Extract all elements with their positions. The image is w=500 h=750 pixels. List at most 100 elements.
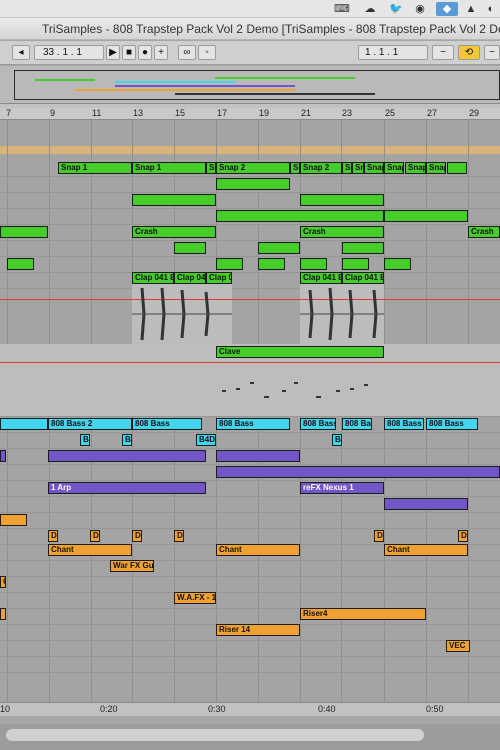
- clip[interactable]: Riser 14: [216, 624, 300, 636]
- twitter-icon[interactable]: 🐦: [388, 2, 404, 16]
- clip[interactable]: reFX Nexus 1: [300, 482, 384, 494]
- clip[interactable]: Crash: [132, 226, 216, 238]
- clip[interactable]: [132, 194, 216, 206]
- clip[interactable]: Sn: [206, 162, 216, 174]
- clip[interactable]: Clap 041 B: [342, 272, 384, 284]
- punch-in-icon[interactable]: ~: [432, 45, 454, 60]
- time-ruler[interactable]: 10 0:20 0:30 0:40 0:50: [0, 702, 500, 716]
- clip[interactable]: 808 Bass: [384, 418, 424, 430]
- clip[interactable]: [0, 608, 6, 620]
- clip[interactable]: [342, 242, 384, 254]
- clip[interactable]: Chant: [384, 544, 468, 556]
- clip[interactable]: [48, 450, 206, 462]
- clip[interactable]: VEC: [446, 640, 470, 652]
- clip[interactable]: [0, 418, 48, 430]
- clip[interactable]: Dr: [90, 530, 100, 542]
- clip[interactable]: [216, 466, 500, 478]
- clip[interactable]: Snap: [405, 162, 426, 174]
- clip[interactable]: [216, 210, 384, 222]
- clip[interactable]: Clap 0: [206, 272, 232, 284]
- clip[interactable]: Snap: [352, 162, 364, 174]
- clip[interactable]: 808 Bas: [342, 418, 372, 430]
- clip[interactable]: War FX Gu: [110, 560, 154, 572]
- loop-switch-icon[interactable]: ⟲: [458, 45, 480, 60]
- punch-out-icon[interactable]: ~: [484, 45, 500, 60]
- clip[interactable]: Dr: [374, 530, 384, 542]
- add-icon[interactable]: +: [154, 45, 168, 60]
- clip[interactable]: Riser4: [300, 608, 426, 620]
- overdub-icon[interactable]: ◦: [198, 45, 216, 60]
- clip[interactable]: [342, 258, 369, 270]
- clip[interactable]: 1 Arp: [48, 482, 206, 494]
- clip[interactable]: [216, 258, 243, 270]
- clip[interactable]: 808 Bass: [426, 418, 478, 430]
- clip[interactable]: Snap: [364, 162, 384, 174]
- clip[interactable]: W.A.FX - 1: [174, 592, 216, 604]
- automation-arm-icon[interactable]: ∞: [178, 45, 196, 60]
- dropbox-icon[interactable]: ◆: [436, 2, 458, 16]
- clip[interactable]: Snap 1: [58, 162, 132, 174]
- clip[interactable]: Dr: [458, 530, 468, 542]
- clip[interactable]: Snap: [384, 162, 404, 174]
- arrangement-overview[interactable]: [0, 66, 500, 104]
- clip[interactable]: Chant: [216, 544, 300, 556]
- song-position-field[interactable]: 33 . 1 . 1: [34, 45, 104, 60]
- clip[interactable]: [174, 242, 206, 254]
- app-icon[interactable]: ◉: [412, 2, 428, 16]
- beat-time-ruler[interactable]: 7 9 11 13 15 17 19 21 23 25 27 29: [0, 108, 500, 120]
- clip[interactable]: [0, 226, 48, 238]
- loop-start-field[interactable]: 1 . 1 . 1: [358, 45, 428, 60]
- clip[interactable]: [384, 210, 468, 222]
- cloud-icon[interactable]: ☁: [362, 2, 378, 16]
- loop-brace[interactable]: [0, 146, 500, 154]
- clip[interactable]: [7, 258, 34, 270]
- status-icon[interactable]: ◐: [484, 2, 498, 16]
- clip[interactable]: Snap 2: [216, 162, 290, 174]
- clip[interactable]: B4D: [196, 434, 216, 446]
- clip[interactable]: Sn: [290, 162, 300, 174]
- clip[interactable]: Dr: [48, 530, 58, 542]
- clip[interactable]: 808 Bass: [216, 418, 290, 430]
- clip[interactable]: [300, 194, 384, 206]
- play-icon[interactable]: ▶: [106, 45, 120, 60]
- clip[interactable]: Clap 041 B: [132, 272, 174, 284]
- clip[interactable]: B4: [332, 434, 342, 446]
- clip[interactable]: Snap 2: [300, 162, 342, 174]
- clip[interactable]: Crash: [468, 226, 500, 238]
- clip[interactable]: Dr: [132, 530, 142, 542]
- clip[interactable]: 808 Bass: [300, 418, 336, 430]
- clip[interactable]: Dr: [174, 530, 184, 542]
- clip[interactable]: C: [0, 576, 6, 588]
- clip[interactable]: B4: [122, 434, 132, 446]
- clip[interactable]: Clave: [216, 346, 384, 358]
- clip[interactable]: [258, 242, 300, 254]
- overview-visible-region[interactable]: [14, 70, 500, 100]
- clip[interactable]: Snap: [426, 162, 446, 174]
- clip[interactable]: B4: [80, 434, 90, 446]
- horizontal-scrollbar[interactable]: [0, 724, 500, 750]
- keyboard-icon[interactable]: ⌨: [334, 2, 350, 16]
- scrollbar-thumb[interactable]: [6, 729, 424, 741]
- clip[interactable]: [216, 450, 300, 462]
- clip[interactable]: [0, 450, 6, 462]
- stop-icon[interactable]: ■: [122, 45, 136, 60]
- arrangement-view[interactable]: Snap 1 Snap 1 Sn Snap 2 Sn Snap 2 Sn Sna…: [0, 120, 500, 702]
- clip[interactable]: 808 Bass 2: [48, 418, 132, 430]
- clip[interactable]: Clap 04: [174, 272, 206, 284]
- drive-icon[interactable]: ▲: [464, 2, 478, 16]
- clip[interactable]: Chant: [48, 544, 132, 556]
- clip[interactable]: 808 Bass: [132, 418, 202, 430]
- clip[interactable]: [384, 498, 468, 510]
- clip[interactable]: [216, 178, 290, 190]
- clip[interactable]: [300, 258, 327, 270]
- clip[interactable]: [258, 258, 285, 270]
- clip[interactable]: Crash: [300, 226, 384, 238]
- clip[interactable]: [447, 162, 467, 174]
- clip[interactable]: Clap 041 B: [300, 272, 342, 284]
- clip[interactable]: [0, 514, 27, 526]
- clip[interactable]: Sn: [342, 162, 352, 174]
- clip[interactable]: [384, 258, 411, 270]
- record-icon[interactable]: ●: [138, 45, 152, 60]
- arrangement-follow-icon[interactable]: ◂: [12, 45, 30, 60]
- clip[interactable]: Snap 1: [132, 162, 206, 174]
